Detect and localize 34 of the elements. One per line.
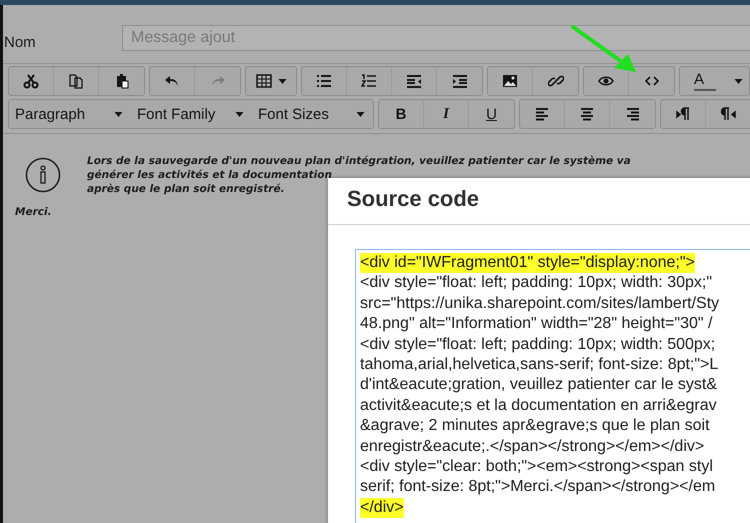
image-icon [502,73,518,89]
italic-button[interactable]: I [424,100,469,128]
closing-text: Merci. [15,206,53,218]
name-label: Nom [4,33,37,51]
caret-icon [235,112,244,116]
numbered-list-icon [361,73,377,89]
name-input-field[interactable]: Message ajout [122,24,750,50]
annotation-arrow [570,24,638,74]
format-dropdown[interactable]: Font Family [131,100,252,128]
message-line: Lors de la sauvegarde d'un nouveau plan d'intégration, veuillez patienter car le système va [87,154,631,168]
source-code-field[interactable]: <div id="IWFragment01" style="display:none;"> <div style="float: left; padding: 10px; width: 30px;" src="https://unika.sharepoint.com/sites/lambert/Sty 48.png" alt="Information" width="28" height="30" / <div style="float: left; padding: 10px; width: 500px; tahoma,arial,helvetica,sans-serif; font-size: 8pt;">L d'int&eacute;gration, veuillez patienter car le syst& activit&eacute;s et la documentation en arri&egrav &agrave; 2 minutes apr&egrave;s que le plan soit enregistr&eacute;.</span></strong></em></div> <div style="clear: both;"><em><strong><span styl serif; font-size: 8pt;">Merci.</span></strong></em </div> [355,249,750,523]
table-icon [256,73,272,89]
link-icon [548,73,564,89]
paragraph-icon [675,106,691,122]
info-icon [25,157,61,193]
caret-icon [278,78,286,84]
copy-icon [68,73,84,89]
caret-icon [734,78,744,84]
caret-icon [356,112,365,116]
outdent-icon [406,73,422,89]
align-left-icon [534,106,550,122]
bold-button[interactable]: B [379,100,424,128]
align-right-icon [624,106,640,122]
paragraph-icon [720,106,736,122]
align-center-icon [579,106,595,122]
format-dropdown[interactable]: Paragraph [9,100,131,128]
underline-button[interactable]: U [469,100,514,128]
caret-icon [114,112,123,116]
format-dropdown[interactable]: Font Sizes [252,100,373,128]
indent-icon [452,73,468,89]
text-color-button[interactable]: A [680,67,750,95]
scissors-icon [23,73,39,89]
message-line: après que le plan soit enregistré. [87,182,286,196]
bullet-list-icon [316,73,332,89]
